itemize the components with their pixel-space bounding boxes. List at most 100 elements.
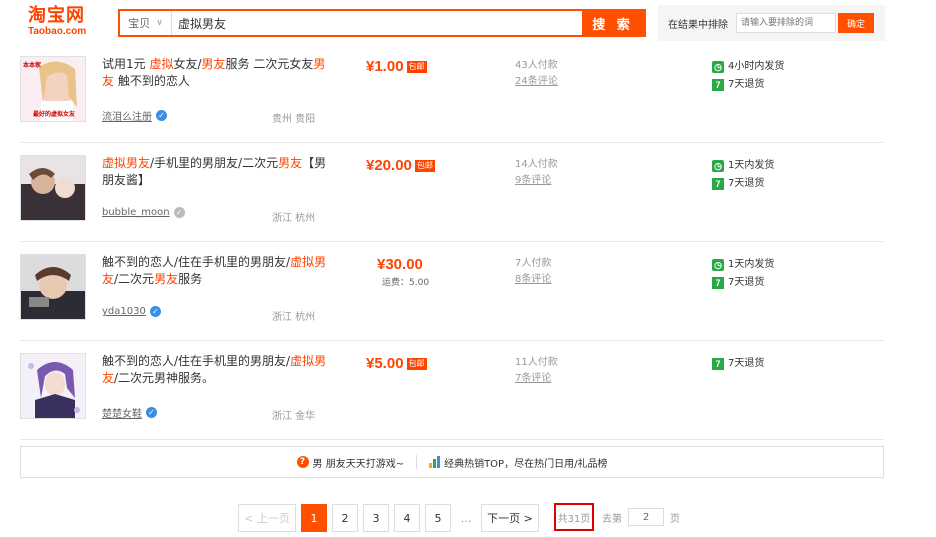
product-title[interactable]: 触不到的恋人/住在手机里的男朋友/虚拟男友/二次元男友服务 <box>102 254 334 288</box>
page-ellipsis: ... <box>456 504 476 532</box>
page-5[interactable]: 5 <box>425 504 451 532</box>
location: 浙江 杭州 <box>272 213 316 224</box>
price: ¥20.00 包邮 <box>366 157 435 174</box>
seller: 流泪么注册 ✓ <box>102 108 167 123</box>
seven-day-icon: 7 <box>712 178 724 190</box>
services: ◷ 4小时内发货 7 7天退货 <box>712 58 784 94</box>
page-2[interactable]: 2 <box>332 504 358 532</box>
next-page-button[interactable]: 下一页 > <box>481 504 539 532</box>
comment-count-link[interactable]: 9条评论 <box>515 173 558 189</box>
location: 贵州 贵阳 <box>272 114 316 125</box>
title-text: /二次元男神服务。 <box>114 371 215 385</box>
seller: yda1030 ✓ <box>102 306 161 317</box>
price: ¥30.00 <box>377 256 423 273</box>
recommend-left[interactable]: ? 男 朋友天天打游戏~ <box>296 455 405 470</box>
service-return: 7 7天退货 <box>712 355 764 373</box>
divider <box>416 455 418 469</box>
exclude-confirm-button[interactable]: 确定 <box>838 13 874 33</box>
recommend-right[interactable]: 经典热销TOP，尽在热门日用/礼品榜 <box>429 455 607 470</box>
product-thumbnail[interactable] <box>20 254 86 320</box>
free-shipping-badge: 包邮 <box>406 60 427 73</box>
seller-link[interactable]: 楚楚女鞋 <box>102 405 142 420</box>
goto-page-input[interactable] <box>628 508 664 526</box>
prev-page-button[interactable]: < 上一页 <box>238 504 296 532</box>
title-text: 触不到的恋人/住在手机里的男朋友/ <box>102 354 291 368</box>
recommend-left-text: 男 朋友天天打游戏~ <box>312 458 405 470</box>
goto-page: 去第 页 <box>602 508 680 526</box>
title-keyword: 男友 <box>201 57 226 71</box>
price-value: ¥30.00 <box>377 256 423 273</box>
seller: bubble_moon ✓ <box>102 207 185 218</box>
service-label: 7天退货 <box>728 178 765 189</box>
goto-suffix: 页 <box>670 513 680 525</box>
search-input[interactable] <box>172 11 582 35</box>
seller-link[interactable]: 流泪么注册 <box>102 108 152 123</box>
price-value: ¥5.00 <box>366 355 404 372</box>
vip-badge-icon: ✓ <box>156 110 167 121</box>
shipping-fee: 运费：5.00 <box>382 278 430 288</box>
product-thumbnail[interactable] <box>20 353 86 419</box>
seven-day-icon: 7 <box>712 358 724 370</box>
seller-link[interactable]: bubble_moon <box>102 207 170 218</box>
title-keyword: 男友 <box>278 156 303 170</box>
seller-link[interactable]: yda1030 <box>102 306 146 317</box>
free-shipping-badge: 包邮 <box>414 159 435 172</box>
clock-icon: ◷ <box>712 61 724 73</box>
search-scope-select[interactable]: 宝贝 ∨ <box>120 11 172 35</box>
page-4[interactable]: 4 <box>394 504 420 532</box>
result-item: 触不到的恋人/住在手机里的男朋友/虚拟男友/二次元男友服务 yda1030 ✓ … <box>20 242 884 341</box>
recommend-right-text: 经典热销TOP，尽在热门日用/礼品榜 <box>444 458 608 470</box>
pagination: < 上一页 1 2 3 4 5 ... 下一页 > <box>238 504 544 532</box>
paid-count: 11人付款 <box>515 357 558 368</box>
seller: 楚楚女鞋 ✓ <box>102 405 157 420</box>
product-thumbnail[interactable] <box>20 155 86 221</box>
thumb-caption: 最好的虚拟女友 <box>32 111 75 118</box>
seven-day-icon: 7 <box>712 79 724 91</box>
search-scope-label: 宝贝 <box>128 17 151 30</box>
service-label: 7天退货 <box>728 277 765 288</box>
taobao-logo[interactable]: 淘宝网 Taobao.com <box>28 6 98 40</box>
product-title[interactable]: 触不到的恋人/住在手机里的男朋友/虚拟男友/二次元男神服务。 <box>102 353 334 387</box>
exclude-input[interactable] <box>736 13 836 33</box>
location: 浙江 金华 <box>272 411 316 422</box>
question-icon: ? <box>296 456 309 468</box>
exclude-filter: 在结果中排除 确定 <box>658 5 885 41</box>
sales-info: 43人付款 24条评论 <box>515 58 558 90</box>
page-1[interactable]: 1 <box>301 504 327 532</box>
service-label: 7天退货 <box>728 358 765 369</box>
comment-count-link[interactable]: 8条评论 <box>515 272 551 288</box>
title-text: 试用1元 <box>102 57 150 71</box>
sales-info: 14人付款 9条评论 <box>515 157 558 189</box>
product-title[interactable]: 虚拟男友/手机里的男朋友/二次元男友【男朋友酱】 <box>102 155 334 189</box>
clock-icon: ◷ <box>712 160 724 172</box>
price: ¥1.00 包邮 <box>366 58 427 75</box>
search-button[interactable]: 搜 索 <box>582 11 644 35</box>
result-item: 触不到的恋人/住在手机里的男朋友/虚拟男友/二次元男神服务。 楚楚女鞋 ✓ 浙江… <box>20 341 884 440</box>
comment-count-link[interactable]: 7条评论 <box>515 371 558 387</box>
recommend-bar: ? 男 朋友天天打游戏~ 经典热销TOP，尽在热门日用/礼品榜 <box>20 446 884 478</box>
price-value: ¥20.00 <box>366 157 412 174</box>
search-box: 宝贝 ∨ 搜 索 <box>118 9 646 37</box>
product-title[interactable]: 试用1元 虚拟女友/男友服务 二次元女友男友 触不到的恋人 <box>102 56 334 90</box>
title-keyword: 虚拟男友 <box>102 156 151 170</box>
title-text: 触不到的恋人/住在手机里的男朋友/ <box>102 255 291 269</box>
result-item: 本本家 最好的虚拟女友 试用1元 虚拟女友/男友服务 二次元女友男友 触不到的恋… <box>20 44 884 143</box>
price-value: ¥1.00 <box>366 58 404 75</box>
service-return: 7 7天退货 <box>712 274 774 292</box>
sales-info: 7人付款 8条评论 <box>515 256 551 288</box>
price: ¥5.00 包邮 <box>366 355 427 372</box>
title-keyword: 虚拟 <box>149 57 174 71</box>
goto-label: 去第 <box>602 513 622 525</box>
service-label: 1天内发货 <box>728 160 775 171</box>
title-text: 触不到的恋人 <box>114 74 190 88</box>
title-text: /二次元 <box>114 272 155 286</box>
logo-cn: 淘宝网 <box>28 5 85 26</box>
clock-icon: ◷ <box>712 259 724 271</box>
comment-count-link[interactable]: 24条评论 <box>515 74 558 90</box>
page-3[interactable]: 3 <box>363 504 389 532</box>
sales-info: 11人付款 7条评论 <box>515 355 558 387</box>
paid-count: 14人付款 <box>515 159 558 170</box>
title-text: 女友/ <box>173 57 202 71</box>
product-thumbnail[interactable]: 本本家 最好的虚拟女友 <box>20 56 86 122</box>
bar-chart-icon <box>429 456 441 468</box>
